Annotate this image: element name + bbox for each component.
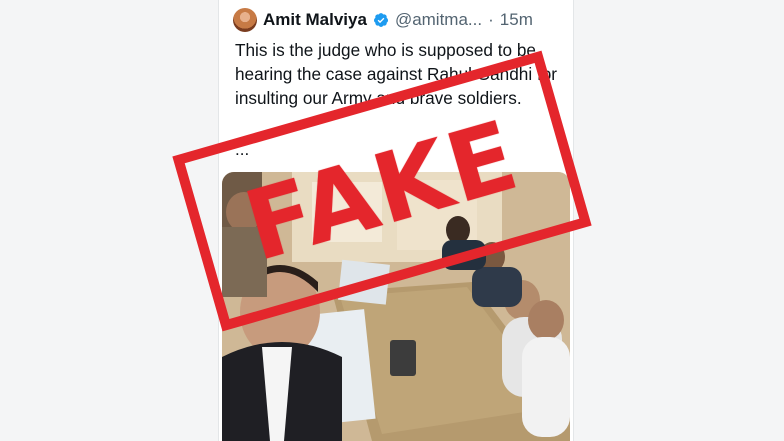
author-name[interactable]: Amit Malviya: [263, 10, 367, 30]
page: { "post": { "author_name": "Amit Malviya…: [0, 0, 784, 441]
author-avatar[interactable]: [233, 8, 257, 32]
separator-dot: ·: [488, 10, 494, 29]
verified-badge-icon: [373, 13, 388, 27]
author-handle[interactable]: @amitma...: [395, 10, 482, 30]
tweet-header: Amit Malviya @amitma... · 15m: [233, 6, 533, 34]
post-timestamp[interactable]: 15m: [500, 10, 533, 30]
